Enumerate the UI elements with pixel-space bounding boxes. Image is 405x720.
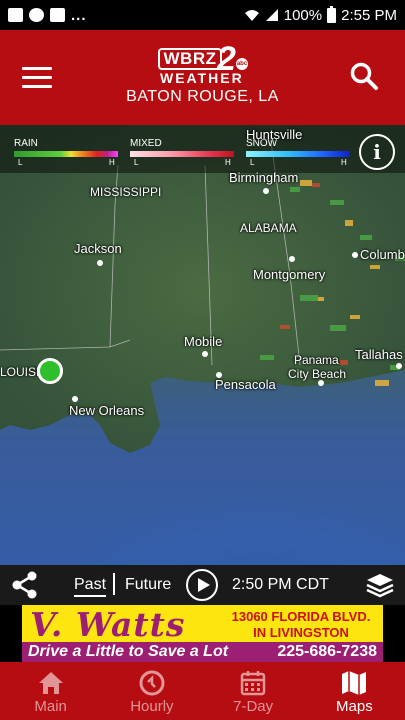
radar-map[interactable]: RAIN L H MIXED L H SNOW L H i Huntsville… bbox=[0, 125, 405, 565]
legend-mixed-high: H bbox=[225, 158, 231, 167]
legend-snow-low: L bbox=[250, 158, 255, 167]
info-button[interactable]: i bbox=[359, 134, 395, 170]
ad-brand: V. Watts bbox=[30, 605, 186, 644]
app-notification-icon bbox=[50, 8, 65, 22]
location-title: BATON ROUGE, LA bbox=[126, 88, 279, 105]
current-location-marker[interactable] bbox=[37, 358, 63, 384]
ad-address-line2: IN LIVINGSTON bbox=[253, 625, 349, 640]
nav-7day[interactable]: 7-Day bbox=[203, 662, 304, 720]
legend-mixed-bar bbox=[130, 151, 234, 157]
app-header: WBRZ 2 abc WEATHER BATON ROUGE, LA bbox=[0, 30, 405, 125]
legend-snow-high: H bbox=[341, 158, 347, 167]
legend-rain-low: L bbox=[18, 158, 23, 167]
nav-7day-label: 7-Day bbox=[233, 698, 274, 715]
city-dot bbox=[72, 396, 78, 402]
city-dot bbox=[216, 372, 222, 378]
wifi-icon bbox=[244, 10, 259, 21]
city-dot bbox=[396, 363, 402, 369]
signal-icon bbox=[265, 9, 278, 21]
precip-legend: RAIN L H MIXED L H SNOW L H i bbox=[0, 125, 405, 173]
map-label-mississippi: MISSISSIPPI bbox=[90, 185, 162, 199]
nav-main-label: Main bbox=[34, 698, 67, 715]
ad-phone: 225-686-7238 bbox=[277, 643, 377, 660]
map-label-new-orleans: New Orleans bbox=[69, 403, 145, 418]
map-label-montgomery: Montgomery bbox=[253, 267, 326, 282]
wbrz-weather-logo: WBRZ 2 abc WEATHER bbox=[158, 42, 250, 88]
hamburger-icon bbox=[22, 67, 52, 70]
gallery-icon bbox=[8, 8, 23, 22]
nav-hourly[interactable]: Hourly bbox=[101, 662, 202, 720]
map-label-tallahassee: Tallahas bbox=[355, 347, 403, 362]
map-label-panama-city-2: City Beach bbox=[288, 367, 347, 381]
map-label-columbus: Columb bbox=[360, 247, 405, 262]
city-dot bbox=[97, 260, 103, 266]
map-label-birmingham: Birmingham bbox=[229, 170, 299, 185]
status-bar: ... 100% 2:55 PM bbox=[0, 0, 405, 30]
tab-past[interactable]: Past bbox=[74, 576, 107, 597]
nav-hourly-label: Hourly bbox=[130, 698, 174, 715]
city-dot bbox=[289, 256, 295, 262]
legend-rain-label: RAIN bbox=[14, 138, 38, 149]
radar-playback-bar: Past Future 2:50 PM CDT bbox=[0, 565, 405, 605]
search-icon[interactable] bbox=[349, 61, 379, 91]
bottom-nav: Main Hourly 7-Day Maps bbox=[0, 662, 405, 720]
city-dot bbox=[318, 380, 324, 386]
map-label-panama-city-1: Panama bbox=[294, 353, 339, 367]
city-dot bbox=[352, 252, 358, 258]
map-icon bbox=[342, 671, 367, 695]
map-label-huntsville: Huntsville bbox=[246, 127, 303, 142]
nav-maps[interactable]: Maps bbox=[304, 662, 405, 720]
clock-icon bbox=[139, 670, 165, 696]
more-notifications: ... bbox=[71, 6, 87, 24]
map-label-mobile: Mobile bbox=[184, 334, 223, 349]
radar-timestamp: 2:50 PM CDT bbox=[232, 576, 329, 593]
play-button[interactable] bbox=[186, 569, 218, 601]
legend-mixed-label: MIXED bbox=[130, 138, 162, 149]
logo-weather: WEATHER bbox=[160, 70, 244, 86]
status-bar-system: 100% 2:55 PM bbox=[244, 5, 397, 24]
status-bar-notifications: ... bbox=[8, 7, 87, 24]
city-dot bbox=[263, 188, 269, 194]
sync-icon bbox=[29, 8, 44, 22]
ad-tagline: Drive a Little to Save a Lot bbox=[28, 643, 229, 660]
legend-mixed-low: L bbox=[134, 158, 139, 167]
tab-divider bbox=[113, 573, 115, 595]
ad-address-line1: 13060 FLORIDA BLVD. bbox=[231, 609, 371, 624]
map-label-jackson: Jackson bbox=[74, 241, 122, 256]
city-dot bbox=[202, 351, 208, 357]
clock: 2:55 PM bbox=[341, 6, 397, 24]
map-label-alabama: ALABAMA bbox=[240, 221, 297, 235]
calendar-icon bbox=[240, 671, 266, 696]
ad-banner[interactable]: V. Watts 13060 FLORIDA BLVD. IN LIVINGST… bbox=[22, 605, 383, 662]
share-icon[interactable] bbox=[10, 571, 40, 599]
nav-maps-label: Maps bbox=[336, 698, 373, 715]
map-label-pensacola: Pensacola bbox=[215, 377, 276, 392]
layers-icon[interactable] bbox=[365, 572, 395, 598]
menu-button[interactable] bbox=[22, 67, 52, 89]
battery-icon bbox=[327, 5, 337, 23]
legend-snow-bar bbox=[246, 151, 350, 157]
logo-call-letters: WBRZ bbox=[158, 48, 222, 70]
home-icon bbox=[38, 672, 63, 694]
logo-network: abc bbox=[236, 58, 248, 70]
legend-rain-high: H bbox=[109, 158, 115, 167]
battery-percent: 100% bbox=[283, 6, 323, 24]
nav-main[interactable]: Main bbox=[0, 662, 101, 720]
tab-future[interactable]: Future bbox=[125, 576, 171, 594]
legend-rain-bar bbox=[14, 151, 118, 157]
